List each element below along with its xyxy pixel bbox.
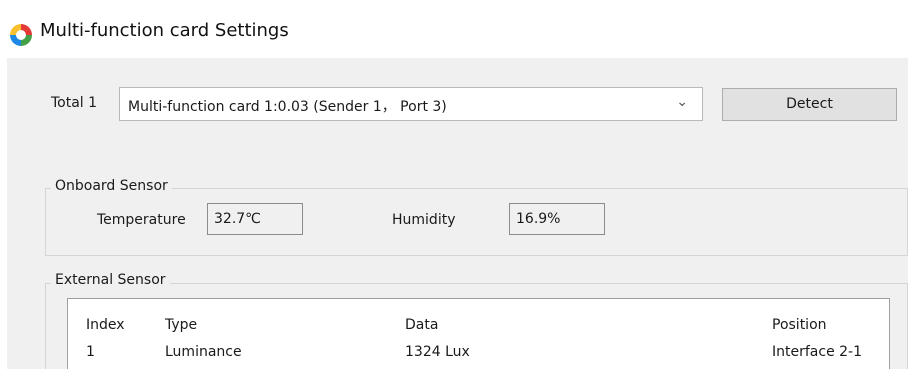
title-bar: Multi-function card Settings: [0, 0, 908, 60]
temperature-label: Temperature: [97, 212, 186, 228]
window-title: Multi-function card Settings: [40, 20, 289, 41]
chevron-down-icon[interactable]: ⌄: [676, 94, 688, 110]
settings-panel: Total 1 Multi-function card 1:0.03 (Send…: [7, 58, 908, 369]
column-header-position[interactable]: Position: [772, 317, 827, 333]
row-data-cell[interactable]: 1324 Lux: [405, 344, 470, 360]
row-type-cell[interactable]: Luminance: [165, 344, 242, 360]
card-select-dropdown[interactable]: Multi-function card 1:0.03 (Sender 1， Po…: [119, 87, 703, 121]
humidity-value: 16.9%: [509, 203, 605, 235]
external-sensor-legend: External Sensor: [51, 272, 170, 288]
external-sensor-table[interactable]: Index Type Data Position 1 Luminance 132…: [67, 298, 890, 369]
total-label: Total 1: [51, 95, 98, 111]
detect-button[interactable]: Detect: [722, 88, 897, 121]
selected-card-text: Multi-function card 1:0.03 (Sender 1， Po…: [128, 99, 447, 115]
app-color-wheel-icon: [10, 24, 32, 46]
row-position-cell[interactable]: Interface 2-1: [772, 344, 862, 360]
onboard-sensor-legend: Onboard Sensor: [51, 178, 172, 194]
column-header-type[interactable]: Type: [165, 317, 197, 333]
column-header-index[interactable]: Index: [86, 317, 125, 333]
humidity-label: Humidity: [392, 212, 456, 228]
temperature-value: 32.7℃: [207, 203, 303, 235]
row-index-cell[interactable]: 1: [86, 344, 95, 360]
column-header-data[interactable]: Data: [405, 317, 438, 333]
